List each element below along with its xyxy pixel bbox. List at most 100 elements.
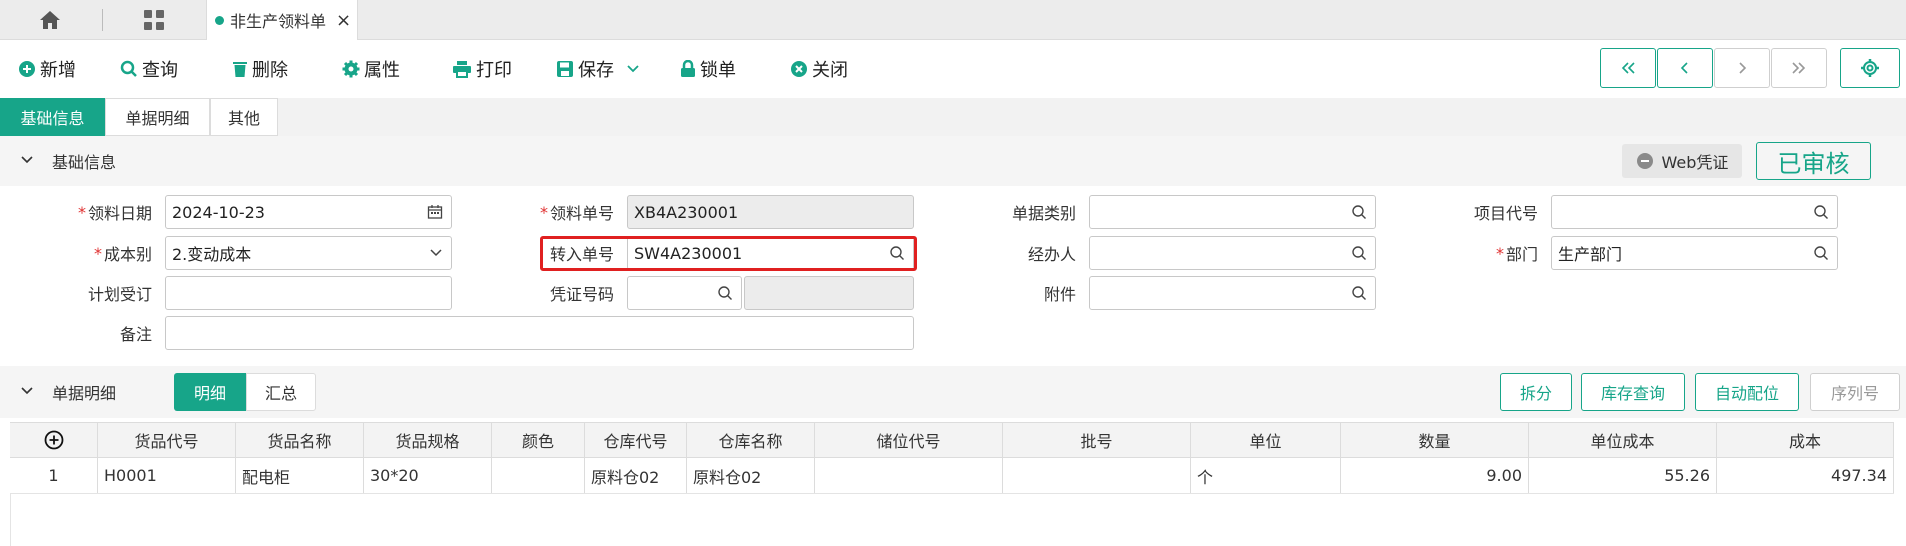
item-name-cell[interactable]: 配电柜 [236,458,364,493]
search-icon[interactable] [1813,245,1829,261]
stock-query-button[interactable]: 库存查询 [1581,373,1685,411]
gear-icon [342,60,360,78]
tab-bar: 非生产领料单 × [0,0,1906,40]
remark-input[interactable] [165,316,914,350]
attachment-input[interactable] [1089,276,1376,310]
basic-info-title: 基础信息 [52,153,117,172]
collapse-chevron-icon[interactable] [20,155,34,165]
highlight-box [540,236,917,271]
last-record-button[interactable] [1771,48,1827,88]
prev-record-button[interactable] [1657,48,1713,88]
department-input[interactable]: 生产部门 [1551,236,1838,270]
col-header[interactable]: 数量 [1341,423,1529,457]
status-stamp: 已审核 [1756,142,1871,180]
unit-cost-cell[interactable]: 55.26 [1529,458,1717,493]
settings-button[interactable] [1840,48,1900,88]
split-button[interactable]: 拆分 [1500,373,1572,411]
search-icon[interactable] [1351,285,1367,301]
settings-gear-icon [1861,59,1879,77]
date-label: * 领料日期 [77,202,152,224]
tab-basic-info[interactable]: 基础信息 [0,98,105,136]
col-header[interactable]: 批号 [1003,423,1191,457]
search-icon[interactable] [717,285,733,301]
voucher-readonly-field [744,276,914,310]
next-record-button[interactable] [1714,48,1770,88]
auto-allocate-button[interactable]: 自动配位 [1695,373,1799,411]
handler-input[interactable] [1089,236,1376,270]
add-row-cell[interactable] [10,423,98,457]
warehouse-code-cell[interactable]: 原料仓02 [585,458,687,493]
serial-number-button[interactable]: 序列号 [1810,373,1900,411]
tab-detail[interactable]: 单据明细 [105,98,210,136]
batch-cell[interactable] [1003,458,1191,493]
tab-other[interactable]: 其他 [210,98,278,136]
cost-type-select[interactable]: 2.变动成本 [165,236,452,270]
warehouse-name-cell[interactable]: 原料仓02 [687,458,815,493]
item-code-cell[interactable]: H0001 [98,458,236,493]
grid-icon [144,10,164,30]
close-tab-icon[interactable]: × [336,10,351,31]
save-icon [557,61,573,77]
plan-order-label: 计划受订 [87,285,152,304]
col-header[interactable]: 单位 [1191,423,1341,457]
properties-button[interactable]: 属性 [342,40,400,98]
plan-order-input[interactable] [165,276,452,310]
cost-cell[interactable]: 497.34 [1717,458,1894,493]
project-label: 项目代号 [1473,204,1538,223]
calendar-icon[interactable] [427,204,443,220]
close-button[interactable]: 关闭 [790,40,848,98]
item-spec-cell[interactable]: 30*20 [364,458,492,493]
col-header[interactable]: 颜色 [492,423,585,457]
chevron-down-icon[interactable] [429,248,443,258]
close-circle-icon [791,61,807,77]
tab-summary-view[interactable]: 汇总 [246,373,316,411]
delete-button[interactable]: 删除 [232,40,288,98]
col-header[interactable]: 货品名称 [236,423,364,457]
home-tab[interactable] [0,0,100,40]
col-header[interactable]: 仓库代号 [585,423,687,457]
project-input[interactable] [1551,195,1838,229]
save-button[interactable]: 保存 [556,40,644,98]
doc-no-input: XB4A230001 [627,195,914,229]
search-icon [120,60,137,77]
voucher-no-input[interactable] [627,276,742,310]
voucher-no-label: 凭证号码 [549,285,614,304]
col-header[interactable]: 单位成本 [1529,423,1717,457]
doc-no-label: * 领料单号 [539,202,614,224]
color-cell[interactable] [492,458,585,493]
collapse-chevron-icon[interactable] [20,386,34,396]
web-voucher-button[interactable]: Web凭证 [1622,144,1742,178]
lock-button[interactable]: 锁单 [680,40,736,98]
date-input[interactable]: 2024-10-23 [165,195,452,229]
plus-circle-icon[interactable] [44,430,64,450]
col-header[interactable]: 储位代号 [815,423,1003,457]
col-header[interactable]: 货品规格 [364,423,492,457]
col-header[interactable]: 仓库名称 [687,423,815,457]
doc-type-input[interactable] [1089,195,1376,229]
search-icon[interactable] [1351,204,1367,220]
chevron-down-icon[interactable] [626,64,640,74]
minus-circle-icon [1636,153,1653,169]
doc-type-label: 单据类别 [1011,204,1076,223]
document-tab[interactable]: 非生产领料单 × [206,0,358,40]
table-row[interactable]: 1 H0001 配电柜 30*20 原料仓02 原料仓02 个 9.00 55.… [10,458,1894,494]
lock-icon [681,60,695,77]
handler-label: 经办人 [1027,245,1076,264]
apps-tab[interactable] [104,0,204,40]
quantity-cell[interactable]: 9.00 [1341,458,1529,493]
col-header[interactable]: 货品代号 [98,423,236,457]
add-button[interactable]: 新增 [18,40,76,98]
print-button[interactable]: 打印 [452,40,512,98]
row-index: 1 [10,458,98,493]
col-header[interactable]: 成本 [1717,423,1894,457]
first-record-button[interactable] [1600,48,1656,88]
query-button[interactable]: 查询 [120,40,178,98]
search-icon[interactable] [1813,204,1829,220]
location-cell[interactable] [815,458,1003,493]
search-icon[interactable] [1351,245,1367,261]
tab-detail-view[interactable]: 明细 [174,373,246,411]
cost-type-label: * 成本别 [93,243,152,265]
unit-cell[interactable]: 个 [1191,458,1341,493]
basic-info-header: 基础信息 Web凭证 已审核 [0,136,1906,186]
detail-title: 单据明细 [52,384,117,403]
